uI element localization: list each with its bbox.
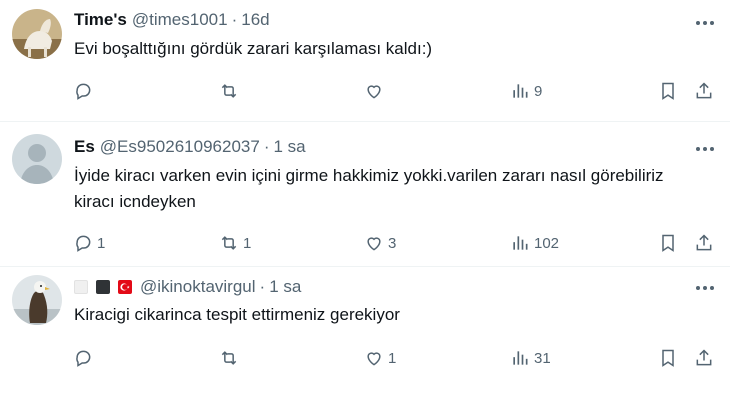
views-count: 102 (534, 234, 560, 252)
views-icon (513, 236, 528, 250)
views-icon (513, 351, 528, 365)
separator: · (231, 10, 238, 29)
retweet-icon (221, 351, 237, 365)
user-handle[interactable]: @Es9502610962037 (100, 137, 260, 157)
bookmark-button[interactable] (658, 345, 678, 371)
like-button[interactable]: 3 (364, 230, 396, 256)
bookmark-button[interactable] (658, 230, 678, 256)
like-button[interactable] (364, 78, 388, 104)
reply-count: 1 (97, 234, 106, 252)
views-icon (513, 84, 528, 98)
share-icon (696, 82, 712, 99)
retweet-button[interactable] (219, 78, 243, 104)
bookmark-icon (662, 234, 674, 252)
tweet-actions: 1 31 (0, 345, 730, 371)
timestamp[interactable]: 1 sa (273, 137, 305, 157)
display-name[interactable]: Es (74, 137, 95, 157)
more-icon[interactable] (694, 12, 716, 34)
display-name[interactable]: Time's (74, 10, 127, 30)
tweet-header: Time's @times1001 · 16d (74, 9, 270, 31)
tweet-header: Es @Es9502610962037 · 1 sa (74, 136, 306, 158)
like-count: 3 (388, 234, 397, 252)
retweet-icon (221, 84, 237, 98)
reply-button[interactable]: 1 (73, 230, 105, 256)
bookmark-icon (662, 82, 674, 100)
tweet-actions: 1 1 3 102 (0, 230, 730, 256)
like-icon (367, 352, 381, 366)
like-count: 1 (388, 349, 397, 367)
share-button[interactable] (694, 230, 714, 256)
avatar[interactable] (12, 134, 62, 184)
like-icon (367, 237, 381, 251)
tweet-text: Kiracigi cikarinca tespit ettirmeniz ger… (74, 305, 400, 324)
like-button[interactable]: 1 (364, 345, 396, 371)
reply-icon (76, 350, 91, 367)
separator: · (263, 137, 270, 156)
share-icon (696, 349, 712, 366)
tweet-actions: 9 (0, 78, 730, 104)
tweet-text: Evi boşalttığını gördük zarari karşılama… (74, 39, 433, 58)
retweet-icon (221, 236, 237, 250)
retweet-button[interactable] (219, 345, 243, 371)
share-icon (696, 234, 712, 251)
views-button[interactable]: 9 (510, 78, 542, 104)
more-icon[interactable] (694, 138, 716, 160)
black-square-icon (96, 280, 110, 294)
like-icon (367, 85, 381, 99)
views-button[interactable]: 102 (510, 230, 559, 256)
bookmark-button[interactable] (658, 78, 678, 104)
timestamp[interactable]: 1 sa (269, 277, 301, 297)
more-icon[interactable] (694, 277, 716, 299)
white-square-icon (74, 280, 88, 294)
avatar[interactable] (12, 275, 62, 325)
user-handle[interactable]: @ikinoktavirgul (140, 277, 256, 297)
reply-button[interactable] (73, 78, 97, 104)
tweet[interactable]: Time's @times1001 · 16d Evi boşalttığını… (0, 0, 730, 121)
user-handle[interactable]: @times1001 (132, 10, 228, 30)
tweet-text: İyide kiracı varken evin içini girme hak… (74, 166, 664, 211)
retweet-count: 1 (243, 234, 252, 252)
separator: · (259, 277, 266, 296)
share-button[interactable] (694, 78, 714, 104)
views-count: 9 (534, 82, 543, 100)
tweet-header: @ikinoktavirgul · 1 sa (74, 276, 301, 298)
views-button[interactable]: 31 (510, 345, 551, 371)
timestamp[interactable]: 16d (241, 10, 269, 30)
turkey-flag-icon (118, 280, 132, 294)
tweet[interactable]: @ikinoktavirgul · 1 sa Kiracigi cikarinc… (0, 267, 730, 420)
reply-icon (76, 235, 91, 252)
bookmark-icon (662, 349, 674, 367)
reply-icon (76, 83, 91, 100)
retweet-button[interactable]: 1 (219, 230, 251, 256)
tweet[interactable]: Es @Es9502610962037 · 1 sa İyide kiracı … (0, 122, 730, 266)
share-button[interactable] (694, 345, 714, 371)
views-count: 31 (534, 349, 551, 367)
avatar[interactable] (12, 9, 62, 59)
reply-button[interactable] (73, 345, 97, 371)
